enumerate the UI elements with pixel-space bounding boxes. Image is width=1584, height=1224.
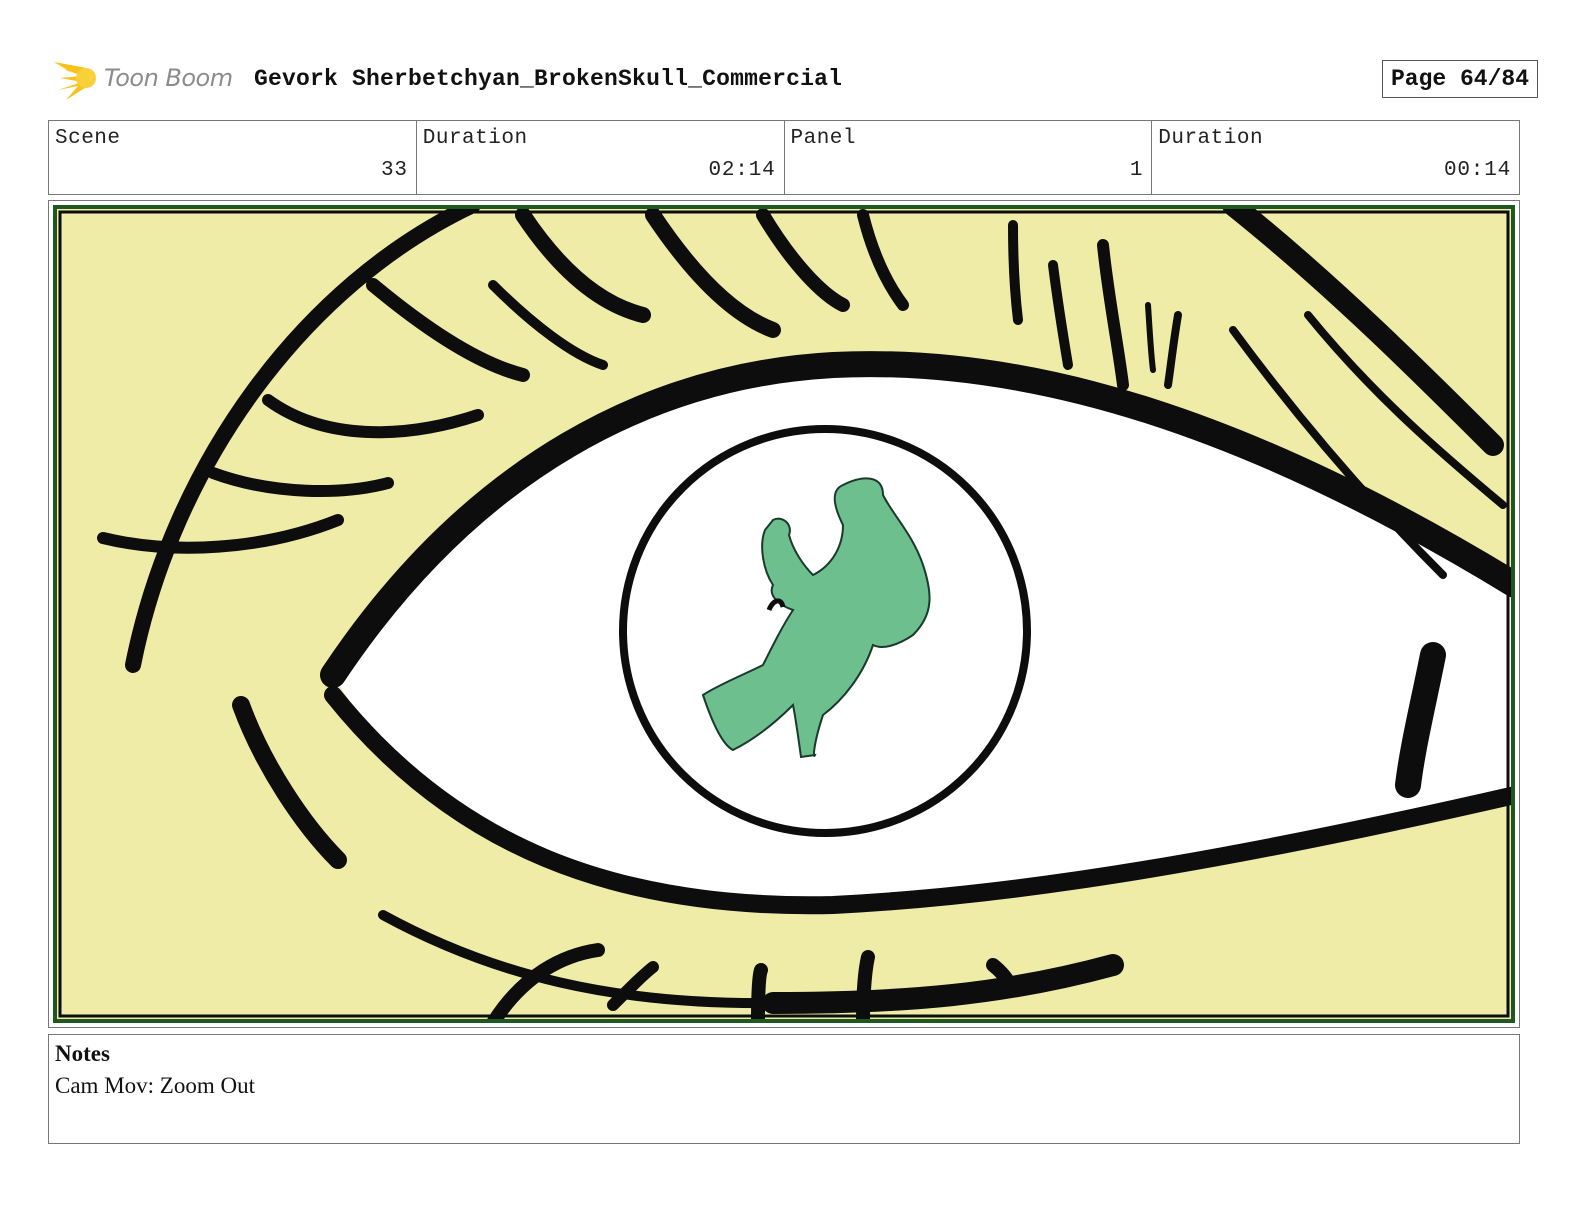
- panel-cell: Panel 1: [785, 121, 1153, 194]
- storyboard-panel: [48, 200, 1520, 1028]
- scene-info-table: Scene 33 Duration 02:14 Panel 1 Duration…: [48, 120, 1520, 195]
- panel-duration-value: 00:14: [1443, 159, 1511, 182]
- project-title: Gevork Sherbetchyan_BrokenSkull_Commerci…: [254, 66, 843, 92]
- scene-duration-cell: Duration 02:14: [417, 121, 785, 194]
- panel-artwork: [53, 205, 1515, 1023]
- page-header: Toon Boom Gevork Sherbetchyan_BrokenSkul…: [48, 56, 1538, 104]
- page-number: Page 64/84: [1381, 60, 1538, 98]
- scene-label: Scene: [55, 127, 121, 150]
- panel-label: Panel: [790, 127, 857, 150]
- scene-duration-label: Duration: [422, 127, 528, 150]
- panel-duration-cell: Duration 00:14: [1152, 121, 1519, 194]
- scene-cell: Scene 33: [49, 121, 417, 194]
- panel-duration-label: Duration: [1158, 127, 1264, 150]
- burst-icon: [54, 62, 96, 100]
- panel-value: 1: [1129, 159, 1144, 182]
- notes-title: Notes: [55, 1041, 110, 1066]
- toon-boom-logo: Toon Boom: [48, 56, 248, 104]
- logo-text: Toon Boom: [104, 64, 233, 92]
- scene-value: 33: [380, 159, 408, 182]
- scene-duration-value: 02:14: [708, 159, 776, 182]
- notes-text: Cam Mov: Zoom Out: [55, 1073, 255, 1098]
- notes-box: Notes Cam Mov: Zoom Out: [48, 1034, 1520, 1144]
